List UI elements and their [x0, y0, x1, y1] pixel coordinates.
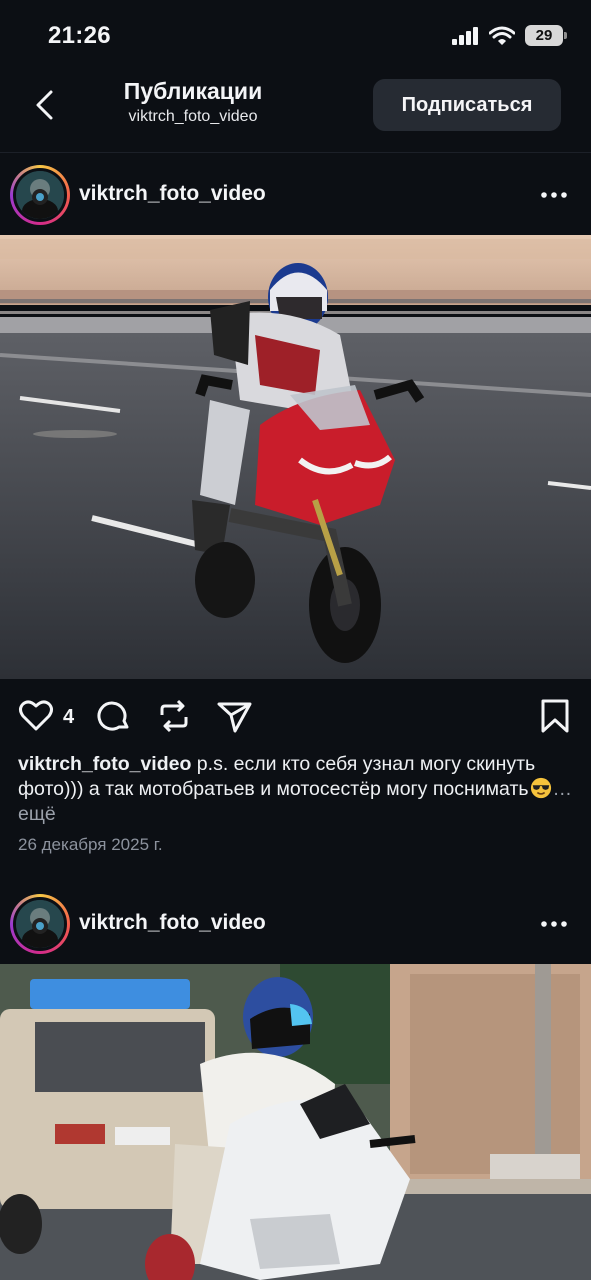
comment-icon[interactable]	[95, 697, 133, 735]
caption-username[interactable]: viktrch_foto_video	[18, 753, 191, 775]
more-icon	[541, 192, 567, 198]
subscribe-button[interactable]: Подписаться	[373, 79, 561, 131]
motorcycle-photo	[0, 964, 591, 1280]
story-ring[interactable]	[10, 894, 70, 954]
post-header: viktrch_foto_video	[0, 153, 591, 235]
post-header: viktrch_foto_video	[0, 882, 591, 964]
bookmark-icon[interactable]	[536, 697, 574, 735]
repost-icon[interactable]	[155, 697, 193, 735]
more-options-button[interactable]	[537, 912, 571, 936]
story-ring[interactable]	[10, 165, 70, 225]
battery-icon: 29	[525, 25, 567, 46]
page-subtitle: viktrch_foto_video	[128, 108, 258, 125]
avatar	[13, 168, 67, 222]
post-image[interactable]	[0, 964, 591, 1280]
more-options-button[interactable]	[537, 183, 571, 207]
post-username[interactable]: viktrch_foto_video	[79, 182, 266, 206]
motorcycle-photo	[0, 235, 591, 679]
post-username[interactable]: viktrch_foto_video	[79, 911, 266, 935]
navigation-bar: Публикации viktrch_foto_video Подписатьс…	[0, 72, 591, 152]
more-icon	[541, 921, 567, 927]
post-actions: 4	[0, 679, 591, 751]
wifi-icon	[489, 26, 515, 45]
avatar	[13, 897, 67, 951]
share-icon[interactable]	[216, 697, 254, 735]
heart-icon[interactable]	[17, 697, 55, 735]
page-title: Публикации	[123, 78, 263, 104]
status-indicators: 29	[452, 25, 567, 46]
post-caption: viktrch_foto_video p.s. если кто себя уз…	[18, 752, 578, 827]
like-count[interactable]: 4	[63, 706, 74, 729]
sunglasses-emoji	[530, 777, 551, 799]
signal-icon	[452, 26, 478, 45]
status-bar: 21:26 29	[0, 0, 591, 72]
post-date: 26 декабря 2025 г.	[18, 835, 163, 854]
post-image[interactable]	[0, 235, 591, 679]
battery-level: 29	[535, 27, 553, 44]
chevron-left-icon	[36, 90, 53, 120]
status-time: 21:26	[48, 22, 111, 49]
back-button[interactable]	[24, 84, 66, 126]
